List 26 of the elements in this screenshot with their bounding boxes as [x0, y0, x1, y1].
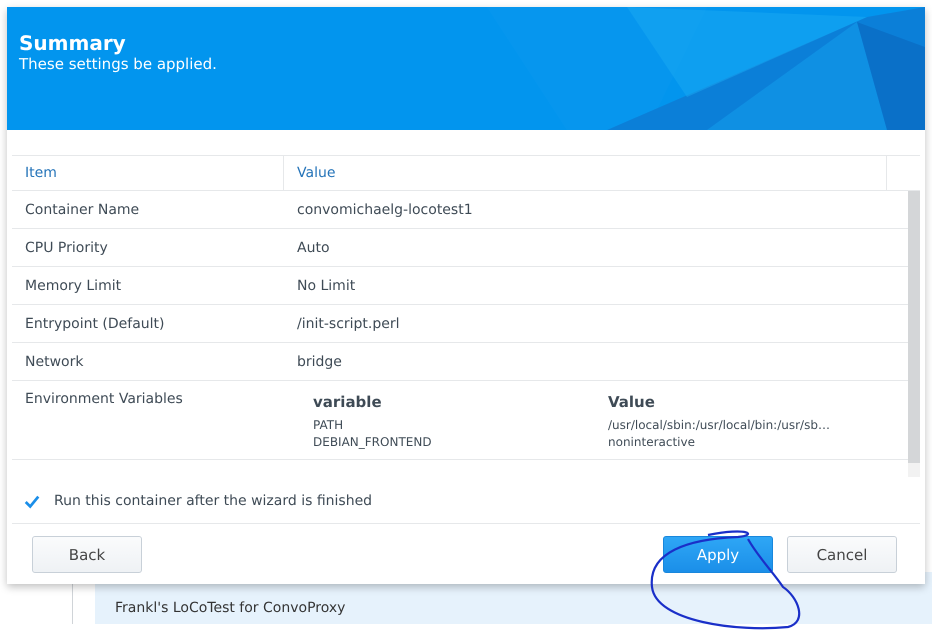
variable-name: DEBIAN_FRONTEND: [313, 434, 433, 451]
checkbox-label: Run this container after the wizard is finished: [54, 493, 372, 509]
table-cell-text: Network: [24, 354, 84, 370]
table-cell: No Limit: [297, 278, 356, 294]
table-cell: bridge: [297, 354, 342, 370]
column-header: variable: [313, 393, 383, 411]
table-cell-text: Environment Variables: [24, 390, 184, 407]
back-button[interactable]: Back: [32, 536, 142, 573]
table-cell: /init-script.perl: [297, 316, 400, 332]
table-cell-text: CPU Priority: [24, 240, 109, 256]
variable-value: /usr/local/sbin:/usr/local/bin:/usr/sb…: [608, 417, 830, 434]
column-header: Item: [12, 156, 284, 190]
variable-value: noninteractive: [608, 434, 696, 451]
dialog-title: Summary: [18, 30, 126, 55]
variable-name: PATH: [313, 417, 344, 434]
table-cell: Auto: [297, 240, 330, 256]
column-header: Value: [284, 156, 887, 190]
column-header: Value: [608, 393, 656, 411]
table-cell-text: Container Name: [24, 202, 140, 218]
description-text: Frankl's LoCoTest for ConvoProxy: [115, 599, 346, 618]
scrollbar[interactable]: [908, 191, 920, 463]
table-cell: convomichaelg-locotest1: [297, 202, 473, 218]
cancel-button[interactable]: Cancel: [787, 536, 897, 573]
dialog-subtitle: These settings be applied.: [18, 55, 217, 73]
table-cell-text: Entrypoint (Default): [24, 316, 166, 332]
table-cell-text: Memory Limit: [24, 278, 122, 294]
